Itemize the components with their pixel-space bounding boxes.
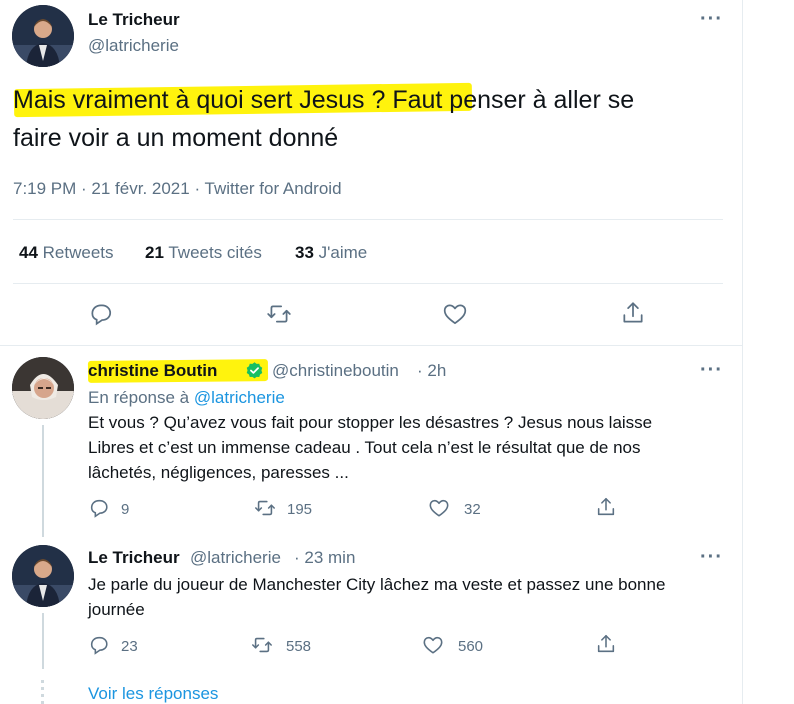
reply-text-line-2: journée: [88, 600, 145, 619]
quotes-label: Tweets cités: [168, 243, 262, 262]
show-replies-link[interactable]: Voir les réponses: [88, 684, 218, 704]
avatar[interactable]: [12, 5, 74, 67]
share-icon[interactable]: [595, 495, 617, 519]
like-icon[interactable]: [428, 497, 450, 519]
share-icon[interactable]: [620, 299, 646, 327]
tweet-text-line-1: Mais vraiment à quoi sert Jesus ? Faut p…: [13, 86, 635, 114]
verified-badge-icon: [245, 361, 264, 380]
tweet-text-line-2: faire voir a un moment donné: [13, 124, 339, 152]
reply-icon[interactable]: [88, 497, 110, 519]
author-name[interactable]: Le Tricheur: [88, 548, 180, 568]
thread-dots: [41, 680, 44, 704]
author-handle[interactable]: @christineboutin: [272, 361, 399, 381]
retweet-count: 558: [286, 638, 312, 655]
retweet-icon[interactable]: [250, 634, 274, 656]
likes-stat[interactable]: 33 J'aime: [295, 243, 367, 263]
author-name[interactable]: christine Boutin: [88, 361, 217, 381]
retweet-icon[interactable]: [253, 497, 277, 519]
likes-count: 33: [295, 243, 314, 262]
tweet-meta[interactable]: 7:19 PM · 21 févr. 2021 · Twitter for An…: [13, 179, 342, 199]
like-count: 32: [464, 501, 481, 518]
likes-label: J'aime: [318, 243, 368, 262]
quotes-stat[interactable]: 21 Tweets cités: [145, 243, 262, 263]
like-icon[interactable]: [422, 634, 444, 656]
reply-count: 23: [121, 638, 138, 655]
more-icon[interactable]: ···: [700, 9, 723, 29]
reply-icon[interactable]: [88, 301, 114, 327]
thread-line: [42, 425, 44, 537]
avatar[interactable]: [12, 545, 74, 607]
tweet-thread-panel: Le Tricheur @latricherie ··· Mais vraime…: [0, 0, 743, 704]
retweets-stat[interactable]: 44 Retweets: [19, 243, 114, 263]
like-count: 560: [458, 638, 484, 655]
author-handle[interactable]: @latricherie: [88, 36, 179, 56]
reply-count: 9: [121, 501, 130, 518]
avatar[interactable]: [12, 357, 74, 419]
thread-line: [42, 613, 44, 669]
like-icon[interactable]: [442, 301, 468, 327]
tweet-time[interactable]: · 23 min: [294, 548, 355, 568]
reply-context: En réponse à @latricherie: [88, 388, 285, 408]
more-icon[interactable]: ···: [700, 547, 723, 567]
reply-context-label: En réponse à: [88, 388, 190, 407]
reply-icon[interactable]: [88, 634, 110, 656]
more-icon[interactable]: ···: [700, 360, 723, 380]
retweets-count: 44: [19, 243, 38, 262]
reply-to-handle[interactable]: @latricherie: [194, 388, 285, 407]
reply-text-line-1: Je parle du joueur de Manchester City lâ…: [88, 575, 666, 594]
tweet-time[interactable]: · 2h: [417, 361, 446, 381]
reply-text-line-1: Et vous ? Qu’avez vous fait pour stopper…: [88, 413, 653, 432]
author-handle[interactable]: @latricherie: [190, 548, 281, 568]
avatar-image: [12, 357, 74, 419]
avatar-image: [12, 545, 74, 607]
quotes-count: 21: [145, 243, 164, 262]
reply-text-line-2: Libres et c’est un immense cadeau . Tout…: [88, 438, 641, 457]
share-icon[interactable]: [595, 632, 617, 656]
divider: [0, 345, 742, 346]
retweet-icon[interactable]: [265, 301, 293, 327]
divider: [13, 283, 723, 284]
avatar-image: [12, 5, 74, 67]
author-name[interactable]: Le Tricheur: [88, 10, 180, 30]
retweet-count: 195: [287, 501, 313, 518]
divider: [13, 219, 723, 220]
retweets-label: Retweets: [42, 243, 114, 262]
reply-text-line-3: lâchetés, négligences, paresses ...: [88, 463, 349, 482]
